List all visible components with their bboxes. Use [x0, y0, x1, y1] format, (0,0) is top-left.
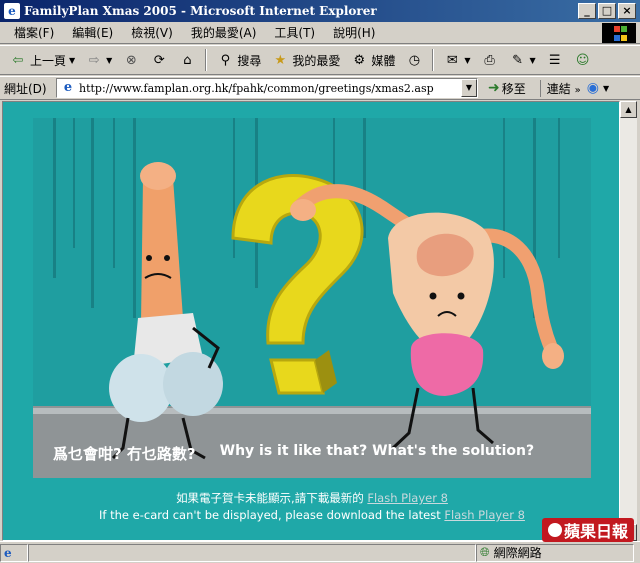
home-icon: ⌂	[183, 52, 192, 68]
toolbar: ⇦ 上一頁 ▼ ⇨ ▼ ⊗ ⟳ ⌂ ⚲ 搜尋 ★ 我的最愛 ⚙ 媒體 ◷ ✉ ▼…	[0, 45, 640, 75]
notice-line-english: If the e-card can't be displayed, please…	[3, 507, 619, 524]
flash-notice: 如果電子賀卡未能顯示,請下載最新的 Flash Player 8 If the …	[3, 490, 619, 524]
ie-icon: e	[4, 3, 20, 19]
history-icon: ◷	[408, 52, 421, 68]
refresh-button[interactable]: ⟳	[147, 48, 171, 72]
discuss-button[interactable]: ☰	[543, 48, 567, 72]
favorites-label: 我的最愛	[292, 53, 341, 68]
print-button[interactable]: ⎙	[478, 48, 502, 72]
newspaper-logo: 蘋果日報	[541, 518, 634, 542]
menu-tools[interactable]: 工具(T)	[266, 24, 325, 41]
back-label: 上一頁	[30, 53, 67, 68]
chevron-down-icon: ▼	[69, 55, 76, 65]
apple-icon	[547, 523, 562, 537]
status-bar: e 🌐︎ 網際網路	[0, 541, 640, 563]
menu-favorites[interactable]: 我的最愛(A)	[183, 24, 267, 41]
media-label: 媒體	[371, 53, 396, 68]
links-button[interactable]: 連結 »	[539, 79, 581, 97]
page-content: 爲乜會咁? 冇乜路數? Why is it like that? What's …	[2, 101, 620, 541]
close-button[interactable]: ×	[618, 3, 636, 19]
messenger-icon: ☺	[575, 52, 590, 68]
address-input[interactable]	[79, 81, 459, 95]
go-arrow-icon: ➜	[488, 80, 500, 96]
back-button[interactable]: ⇦ 上一頁 ▼	[6, 48, 78, 72]
search-label: 搜尋	[237, 53, 262, 68]
go-label: 移至	[501, 81, 526, 96]
zone-label: 網際網路	[493, 546, 542, 560]
scroll-up-button[interactable]: ▲	[620, 101, 637, 118]
stop-button[interactable]: ⊗	[119, 48, 143, 72]
maximize-button[interactable]: □	[598, 3, 616, 19]
caption-english: Why is it like that? What's the solution…	[219, 443, 535, 459]
discuss-icon: ☰	[548, 52, 561, 68]
floor	[33, 406, 591, 478]
menu-bar: 檔案(F) 編輯(E) 檢視(V) 我的最愛(A) 工具(T) 說明(H)	[0, 22, 640, 44]
search-icon: ⚲	[220, 52, 231, 68]
media-button[interactable]: ⚙ 媒體	[347, 48, 398, 72]
mail-icon: ✉	[446, 52, 458, 68]
notice-text-chinese: 如果電子賀卡未能顯示,請下載最新的	[176, 491, 364, 505]
notice-text-english: If the e-card can't be displayed, please…	[99, 508, 441, 522]
messenger-button[interactable]: ☺	[571, 48, 595, 72]
forward-arrow-icon: ⇨	[88, 52, 100, 68]
forward-button[interactable]: ⇨ ▼	[82, 48, 115, 72]
logo-text: 蘋果日報	[563, 522, 628, 541]
history-button[interactable]: ◷	[402, 48, 426, 72]
refresh-icon: ⟳	[153, 52, 165, 68]
edit-icon: ✎	[512, 52, 523, 68]
search-button[interactable]: ⚲ 搜尋	[213, 48, 264, 72]
page-done-icon: e	[4, 545, 12, 560]
mail-button[interactable]: ✉ ▼	[440, 48, 473, 72]
ecard-caption: 爲乜會咁? 冇乜路數? Why is it like that? What's …	[33, 443, 591, 464]
address-field: e ▼	[56, 78, 478, 98]
chevron-down-icon[interactable]: ▼	[603, 84, 609, 93]
status-zone-cell: 🌐︎ 網際網路	[476, 543, 634, 562]
links-label: 連結	[546, 81, 571, 96]
chevron-right-icon: »	[574, 84, 581, 96]
status-page-cell: e	[0, 543, 28, 562]
toolbar-separator	[432, 49, 435, 71]
favorites-button[interactable]: ★ 我的最愛	[268, 48, 343, 72]
favorites-icon: ★	[274, 52, 287, 68]
address-bar: 網址(D) e ▼ ➜ 移至 連結 » ◉ ▼	[0, 76, 640, 100]
notice-line-chinese: 如果電子賀卡未能顯示,請下載最新的 Flash Player 8	[3, 490, 619, 507]
go-button[interactable]: ➜ 移至	[488, 80, 526, 97]
minimize-button[interactable]: _	[578, 3, 596, 19]
media-icon: ⚙	[353, 52, 366, 68]
vertical-scrollbar[interactable]: ▲ ▼	[620, 101, 637, 541]
back-arrow-icon: ⇦	[12, 52, 24, 68]
chevron-down-icon: ▼	[106, 55, 113, 65]
toolbar-separator	[205, 49, 208, 71]
chevron-down-icon: ▼	[529, 55, 536, 65]
chevron-down-icon: ▼	[464, 55, 471, 65]
globe-icon: 🌐︎	[480, 545, 490, 559]
menu-help[interactable]: 說明(H)	[325, 24, 385, 41]
windows-logo-icon	[602, 23, 636, 43]
ecard-illustration	[33, 118, 591, 478]
address-label: 網址(D)	[4, 81, 47, 96]
stop-icon: ⊗	[125, 52, 137, 68]
window-title: FamilyPlan Xmas 2005 - Microsoft Interne…	[24, 4, 377, 18]
print-icon: ⎙	[484, 52, 495, 68]
caption-chinese: 爲乜會咁? 冇乜路數?	[53, 445, 196, 463]
title-bar: e FamilyPlan Xmas 2005 - Microsoft Inter…	[0, 0, 640, 22]
status-message-cell	[28, 543, 476, 562]
window-controls: _ □ ×	[578, 3, 636, 19]
address-dropdown-button[interactable]: ▼	[461, 79, 477, 97]
menu-file[interactable]: 檔案(F)	[6, 24, 64, 41]
home-button[interactable]: ⌂	[175, 48, 199, 72]
page-icon: e	[63, 80, 73, 95]
flash-download-link-chinese[interactable]: Flash Player 8	[367, 491, 448, 505]
menu-edit[interactable]: 編輯(E)	[64, 24, 123, 41]
ecard-flash[interactable]: 爲乜會咁? 冇乜路數? Why is it like that? What's …	[33, 118, 591, 478]
menu-view[interactable]: 檢視(V)	[123, 24, 183, 41]
edit-button[interactable]: ✎ ▼	[506, 48, 539, 72]
flash-download-link-english[interactable]: Flash Player 8	[444, 508, 525, 522]
links-extra-icon[interactable]: ◉	[587, 80, 599, 96]
